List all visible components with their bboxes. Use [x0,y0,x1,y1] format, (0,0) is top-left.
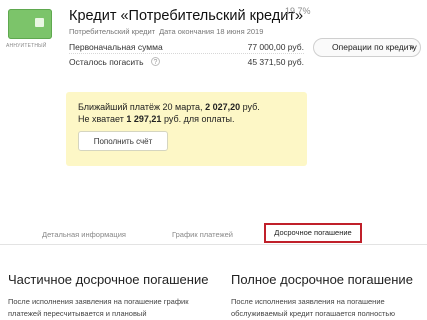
interest-rate: 19.7% [285,6,311,16]
chevron-down-icon: ▾ [410,45,414,52]
next-payment-amount: 2 027,20 [205,102,241,112]
credit-page: АННУИТЕТНЫЙ Кредит «Потребительский кред… [0,0,427,320]
next-payment-currency: руб. [242,102,260,112]
partial-repayment-text-line1: После исполнения заявления на погашение … [8,297,189,306]
row-divider [69,53,304,54]
credit-operations-label: Операции по кредиту [332,42,417,52]
loan-subtitle: Потребительский кредит Дата окончания 18 … [69,27,263,36]
tab-details[interactable]: Детальная информация [42,230,126,239]
shortfall-amount: 1 297,21 [126,114,162,124]
partial-repayment-text-line2: платежей пересчитывается и плановый [8,309,147,318]
card-type-label: АННУИТЕТНЫЙ [6,43,47,49]
tabs-divider [0,244,427,245]
remaining-amount-value: 45 371,50 руб. [247,57,304,67]
credit-operations-button[interactable]: Операции по кредиту ▾ [313,38,421,57]
next-payment-text: Ближайший платёж 20 марта, 2 027,20 руб. [78,102,260,112]
remaining-amount-label: Осталось погасить [69,57,144,67]
page-title: Кредит «Потребительский кредит» [69,8,304,24]
shortfall-suffix: руб. для оплаты. [163,114,235,124]
shortfall-prefix: Не хватает [78,114,124,124]
loan-end-date: Дата окончания 18 июня 2019 [159,27,264,36]
tab-early-repayment[interactable]: Досрочное погашение [264,223,362,243]
full-repayment-text-line2: обслуживаемый кредит погашается полность… [231,309,395,318]
info-icon[interactable]: ? [151,57,160,66]
full-repayment-text-line1: После исполнения заявления на погашение [231,297,385,306]
initial-amount-label: Первоначальная сумма [69,42,163,52]
next-payment-prefix: Ближайший платёж 20 марта, [78,102,203,112]
loan-product-name: Потребительский кредит [69,27,156,36]
partial-repayment-title: Частичное досрочное погашение [8,272,209,287]
credit-card-icon [8,9,52,39]
tab-payment-schedule[interactable]: График платежей [172,230,233,239]
top-up-account-button[interactable]: Пополнить счёт [78,131,168,151]
shortfall-text: Не хватает 1 297,21 руб. для оплаты. [78,114,235,124]
full-repayment-title: Полное досрочное погашение [231,272,413,287]
initial-amount-value: 77 000,00 руб. [247,42,304,52]
next-payment-notice: Ближайший платёж 20 марта, 2 027,20 руб.… [66,92,307,166]
